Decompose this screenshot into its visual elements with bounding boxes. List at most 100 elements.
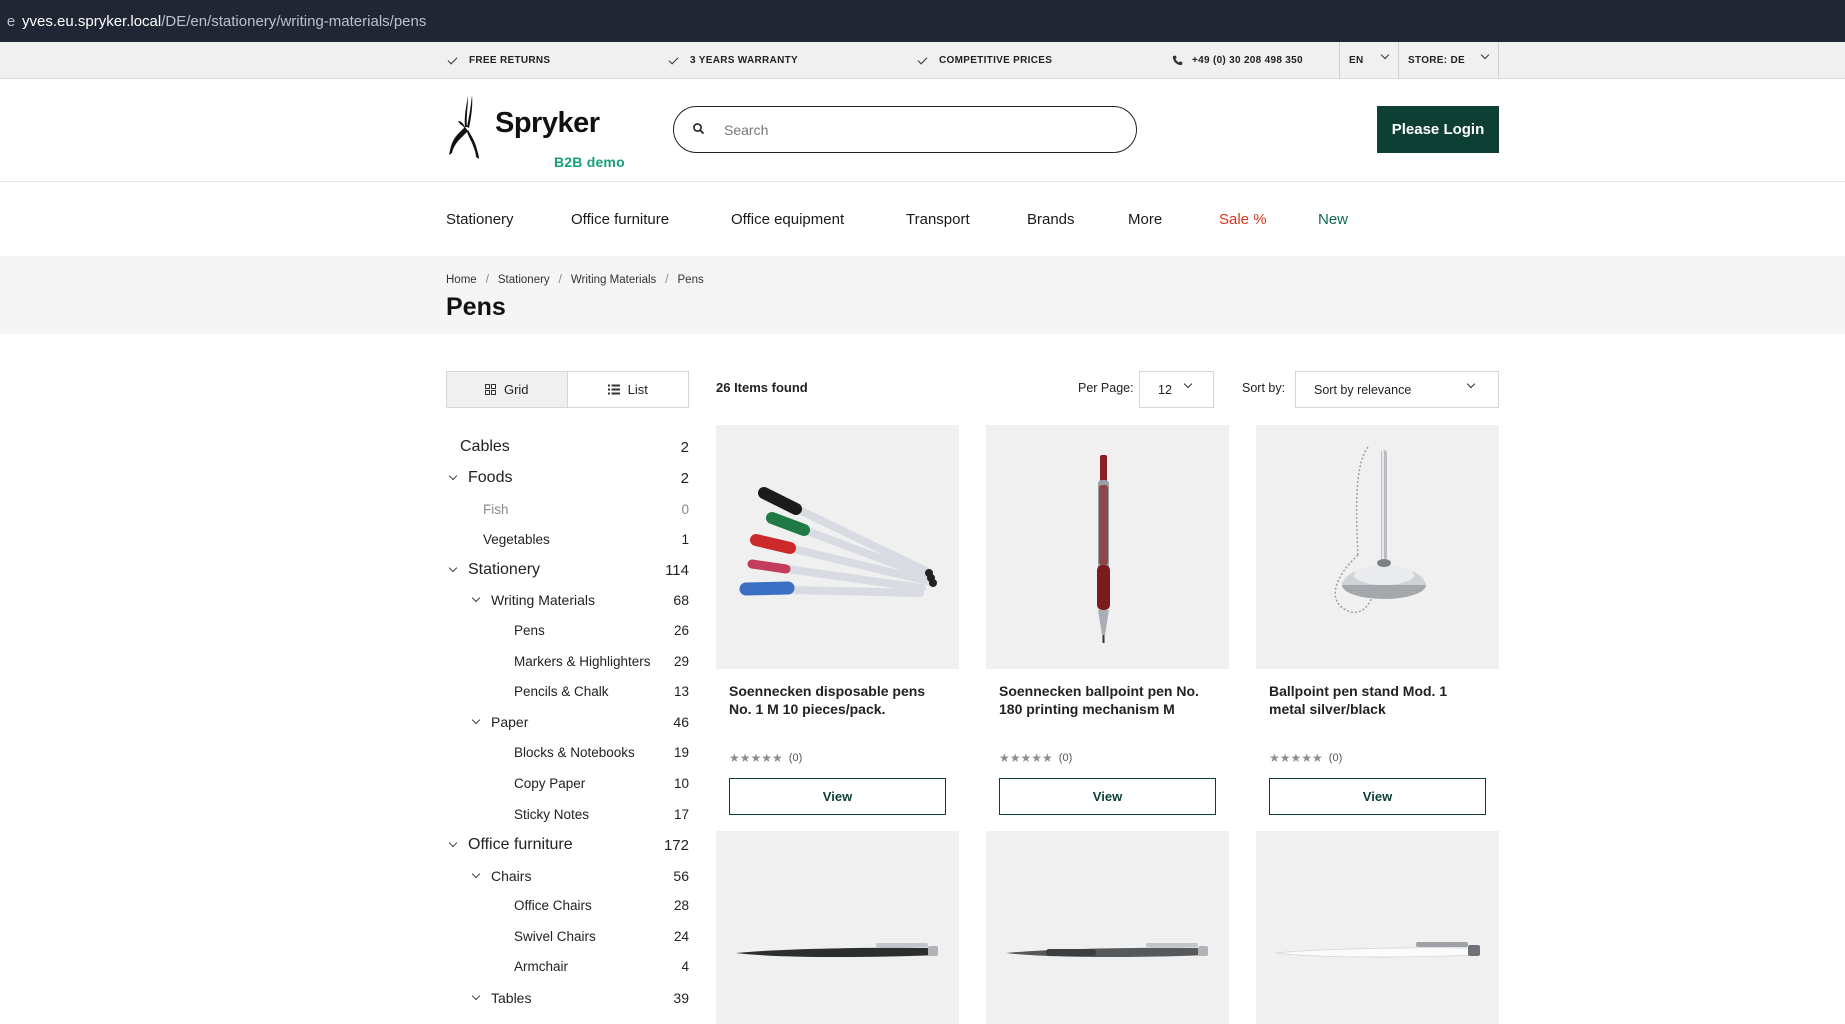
nav-item-office-furniture[interactable]: Office furniture [571,182,669,256]
category-item[interactable]: Markers & Highlighters 29 [446,649,689,673]
category-item[interactable]: Blocks & Notebooks 19 [446,740,689,764]
product-image[interactable] [716,425,959,669]
category-item[interactable]: Stationery 114 [446,558,689,582]
category-label: Vegetables [483,531,550,547]
product-title[interactable]: Soennecken disposable pens No. 1 M 10 pi… [729,682,944,718]
nav-item-sale[interactable]: Sale % [1219,182,1267,256]
category-item[interactable]: Foods 2 [446,466,689,490]
store-select[interactable]: STORE: DE [1398,42,1499,79]
chevron-down-icon[interactable] [471,715,481,725]
breadcrumb-writing-materials[interactable]: Writing Materials [571,274,656,286]
search-bar[interactable] [673,106,1137,153]
page-title: Pens [446,293,506,321]
category-item[interactable]: Cables 2 [446,435,689,459]
category-item[interactable]: Writing Materials 68 [446,588,689,612]
search-input[interactable] [724,117,1104,142]
category-count: 24 [673,928,689,944]
product-card [716,831,959,1024]
category-item[interactable]: Swivel Chairs 24 [446,924,689,948]
category-item[interactable]: Fish 0 [446,497,689,521]
gray-pen-image [1006,943,1208,958]
language-select[interactable]: EN [1339,42,1398,79]
breadcrumb-separator: / [665,274,669,286]
chevron-down-icon[interactable] [448,563,458,573]
product-image[interactable] [1256,425,1499,669]
chevron-down-icon [1480,50,1490,60]
spryker-logo[interactable]: Spryker B2B demo [446,93,626,170]
chevron-down-icon[interactable] [471,991,481,1001]
star-rating-icon: ★★★★★ [1269,751,1323,765]
category-label: Office furniture [468,836,573,853]
grid-view-button[interactable]: Grid [447,372,568,407]
product-image[interactable] [986,425,1229,669]
grid-view-label: Grid [503,382,529,397]
per-page-select[interactable]: 12 [1139,371,1214,408]
phone-link[interactable]: +49 (0) 30 208 498 350 [1172,42,1303,79]
white-pen-image [1275,942,1480,958]
view-product-button[interactable]: View [729,778,946,815]
nav-item-transport[interactable]: Transport [906,182,970,256]
review-count: (0) [1058,752,1073,764]
category-count: 0 [681,501,689,517]
nav-item-office-equipment[interactable]: Office equipment [731,182,844,256]
product-rating: ★★★★★ (0) [999,751,1072,765]
category-item[interactable]: Pens 26 [446,618,689,642]
logo-name: Spryker [495,107,600,139]
nav-item-new[interactable]: New [1318,182,1348,256]
category-label: Writing Materials [491,592,595,608]
category-count: 1 [681,531,689,547]
category-item[interactable]: Vegetables 1 [446,527,689,551]
login-button[interactable]: Please Login [1377,106,1499,153]
nav-item-brands[interactable]: Brands [1027,182,1075,256]
breadcrumb: Home / Stationery / Writing Materials / … [446,274,704,286]
category-item[interactable]: Office Chairs 28 [446,893,689,917]
view-product-button[interactable]: View [999,778,1216,815]
breadcrumb-area: Home / Stationery / Writing Materials / … [0,256,1845,334]
usp-warranty: 3 YEARS WARRANTY [668,42,798,79]
list-view-button[interactable]: List [568,372,689,407]
nav-item-more[interactable]: More [1128,182,1162,256]
category-item[interactable]: Armchair 4 [446,954,689,978]
site-info-icon[interactable]: e [0,0,22,42]
nav-item-stationery[interactable]: Stationery [446,182,514,256]
review-count: (0) [1328,752,1343,764]
chevron-down-icon[interactable] [471,869,481,879]
url-text[interactable]: yves.eu.spryker.local/DE/en/stationery/w… [22,13,426,30]
breadcrumb-stationery[interactable]: Stationery [498,274,550,286]
product-title[interactable]: Soennecken ballpoint pen No. 180 printin… [999,682,1214,718]
breadcrumb-home[interactable]: Home [446,274,477,286]
view-product-button[interactable]: View [1269,778,1486,815]
category-count: 17 [673,806,689,822]
product-image[interactable] [1256,831,1499,1024]
category-label: Blocks & Notebooks [514,744,635,760]
product-image[interactable] [986,831,1229,1024]
product-title[interactable]: Ballpoint pen stand Mod. 1 metal silver/… [1269,682,1484,718]
check-icon [447,54,458,64]
product-image[interactable] [716,831,959,1024]
search-icon[interactable] [692,122,706,136]
breadcrumb-separator: / [485,274,489,286]
chevron-down-icon[interactable] [471,593,481,603]
category-item[interactable]: Pencils & Chalk 13 [446,679,689,703]
category-item[interactable]: Office furniture 172 [446,833,689,857]
check-icon [917,54,928,64]
category-item[interactable]: Sticky Notes 17 [446,802,689,826]
category-item[interactable]: Tables 39 [446,986,689,1010]
category-count: 29 [673,653,689,669]
chevron-down-icon [1380,50,1390,60]
category-item[interactable]: Paper 46 [446,710,689,734]
category-count: 114 [665,561,689,579]
category-label: Chairs [491,868,532,884]
review-count: (0) [788,752,803,764]
sort-value: Sort by relevance [1314,382,1412,397]
chevron-down-icon[interactable] [448,471,458,481]
category-label: Armchair [514,958,569,974]
category-count: 13 [673,683,689,699]
browser-url-bar[interactable]: e yves.eu.spryker.local/DE/en/stationery… [0,0,1845,42]
sort-select[interactable]: Sort by relevance [1295,371,1499,408]
category-count: 46 [673,714,689,730]
category-item[interactable]: Chairs 56 [446,864,689,888]
grid-icon [484,384,496,395]
chevron-down-icon[interactable] [448,838,458,848]
category-item[interactable]: Copy Paper 10 [446,771,689,795]
